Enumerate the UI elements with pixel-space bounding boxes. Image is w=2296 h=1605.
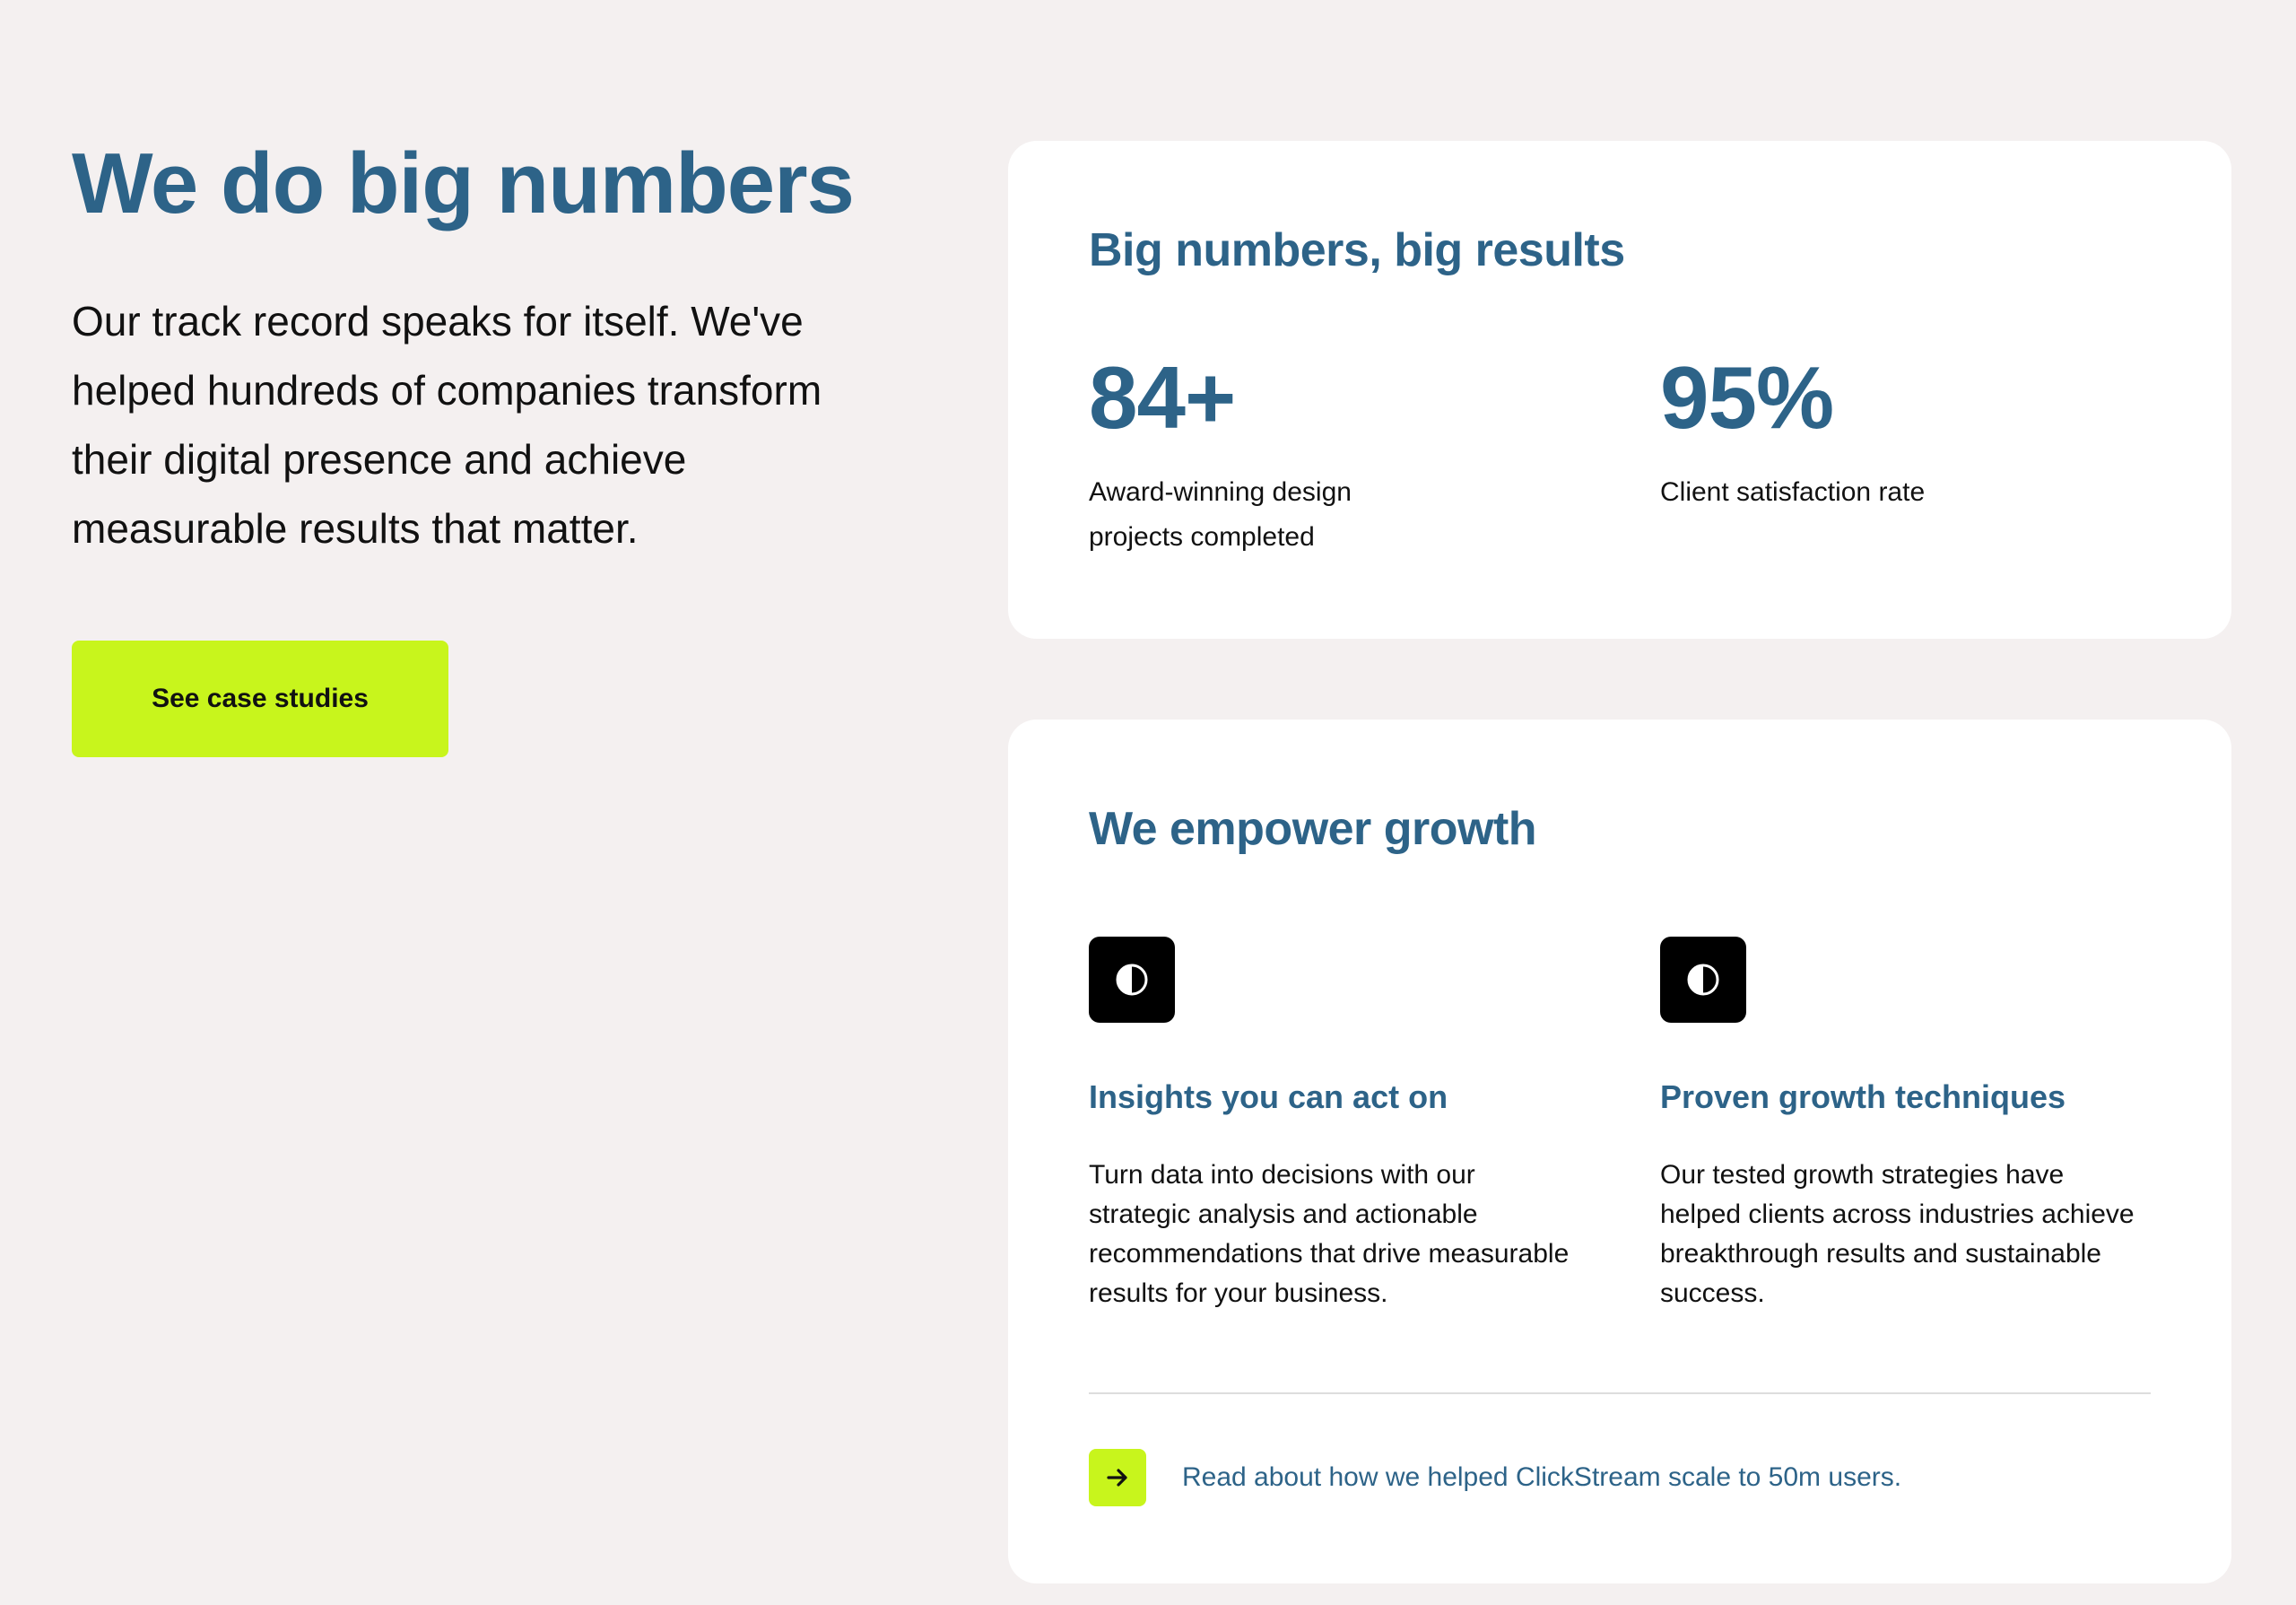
features-row: Insights you can act on Turn data into d… — [1089, 937, 2151, 1313]
half-circle-icon — [1660, 937, 1746, 1023]
feature-growth-techniques: Proven growth techniques Our tested grow… — [1660, 937, 2231, 1313]
stat-label: Award-winning design projects completed — [1089, 477, 1352, 552]
see-case-studies-button[interactable]: See case studies — [72, 641, 448, 758]
results-card: Big numbers, big results 84+ Award-winni… — [1008, 141, 2231, 639]
feature-title: Insights you can act on — [1089, 1078, 1448, 1115]
clickstream-case-study-link[interactable]: Read about how we helped ClickStream sca… — [1089, 1449, 2151, 1506]
hero-description: Our track record speaks for itself. We'v… — [72, 298, 822, 553]
stat-label: Client satisfaction rate — [1660, 477, 1926, 507]
feature-title: Proven growth techniques — [1660, 1078, 2066, 1115]
feature-insights: Insights you can act on Turn data into d… — [1089, 937, 1660, 1313]
hero-title: We do big numbers — [72, 135, 855, 231]
feature-text: Our tested growth strategies have helped… — [1660, 1160, 2135, 1308]
stat-satisfaction: 95% Client satisfaction rate — [1660, 353, 2231, 560]
hero-section: We do big numbers Our track record speak… — [72, 135, 879, 758]
half-circle-icon — [1089, 937, 1175, 1023]
divider — [1089, 1392, 2151, 1394]
results-card-title: Big numbers, big results — [1089, 224, 1625, 276]
stat-projects: 84+ Award-winning design projects comple… — [1089, 353, 1660, 560]
stats-row: 84+ Award-winning design projects comple… — [1089, 353, 2151, 560]
growth-card-title: We empower growth — [1089, 803, 1537, 855]
feature-text: Turn data into decisions with our strate… — [1089, 1160, 1570, 1308]
case-study-link-text[interactable]: Read about how we helped ClickStream sca… — [1182, 1462, 1901, 1493]
stat-value: 84+ — [1089, 348, 1236, 447]
growth-card: We empower growth Insights you can act o… — [1008, 720, 2231, 1583]
stat-value: 95% — [1660, 348, 1834, 447]
arrow-right-icon[interactable] — [1089, 1449, 1146, 1506]
